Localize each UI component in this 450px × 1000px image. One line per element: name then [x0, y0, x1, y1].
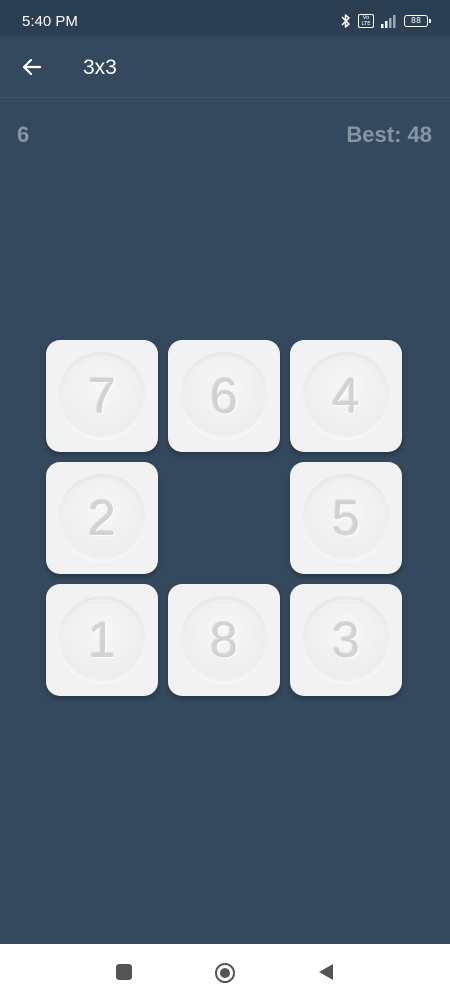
- battery-icon: 88: [404, 15, 431, 27]
- tile-number: 3: [332, 612, 360, 668]
- tile-5[interactable]: 5: [290, 462, 402, 574]
- system-back-button[interactable]: [318, 963, 334, 981]
- tile-4[interactable]: 4: [290, 340, 402, 452]
- tile-2[interactable]: 2: [46, 462, 158, 574]
- page-title: 3x3: [83, 56, 117, 79]
- tile-6[interactable]: 6: [168, 340, 280, 452]
- battery-level: 88: [410, 16, 422, 25]
- back-button[interactable]: [14, 49, 50, 85]
- status-bar: 5:40 PM Vo LTE 88: [0, 0, 450, 36]
- tile-number: 5: [332, 490, 360, 546]
- tile-number: 6: [210, 368, 238, 424]
- tile-3[interactable]: 3: [290, 584, 402, 696]
- home-button[interactable]: [214, 962, 236, 984]
- tile-8[interactable]: 8: [168, 584, 280, 696]
- tile-number: 7: [88, 368, 116, 424]
- best-score: Best: 48: [346, 122, 432, 147]
- signal-icon: [381, 15, 396, 28]
- moves-counter: 6: [17, 122, 30, 147]
- status-icons: Vo LTE 88: [340, 11, 431, 31]
- circle-icon: [215, 963, 235, 983]
- navigation-bar: [0, 944, 450, 1000]
- tile-number: 8: [210, 612, 238, 668]
- tile-number: 4: [332, 368, 360, 424]
- recent-apps-button[interactable]: [116, 964, 132, 980]
- triangle-icon: [319, 964, 333, 980]
- volte-label: Vo LTE: [361, 15, 371, 27]
- tile-number: 1: [88, 612, 116, 668]
- tile-number: 2: [88, 490, 116, 546]
- volte-icon: Vo LTE: [358, 14, 374, 28]
- status-time: 5:40 PM: [22, 13, 78, 30]
- tile-1[interactable]: 1: [46, 584, 158, 696]
- tile-7[interactable]: 7: [46, 340, 158, 452]
- puzzle-board: 7 6 4 2 5 1 8 3: [46, 340, 406, 700]
- arrow-left-icon: [22, 58, 42, 76]
- app-bar: 3x3: [0, 36, 450, 98]
- bluetooth-icon: [341, 14, 350, 28]
